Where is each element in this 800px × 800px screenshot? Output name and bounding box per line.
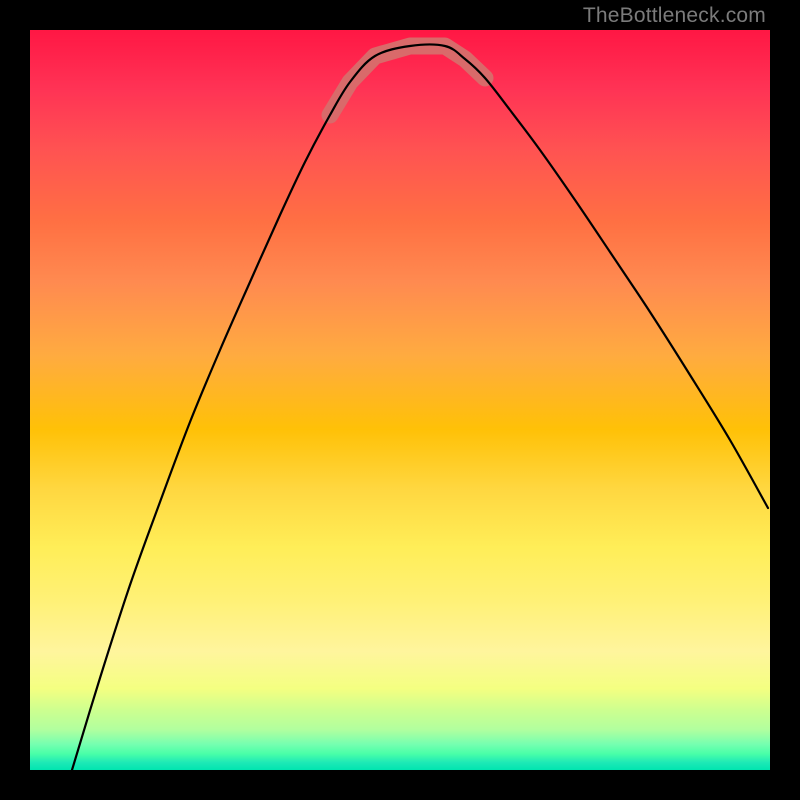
chart-stage: TheBottleneck.com [0,0,800,800]
main-curve-path [72,45,768,770]
watermark-text: TheBottleneck.com [583,4,766,28]
plot-area [30,30,770,770]
curve-svg [30,30,770,770]
